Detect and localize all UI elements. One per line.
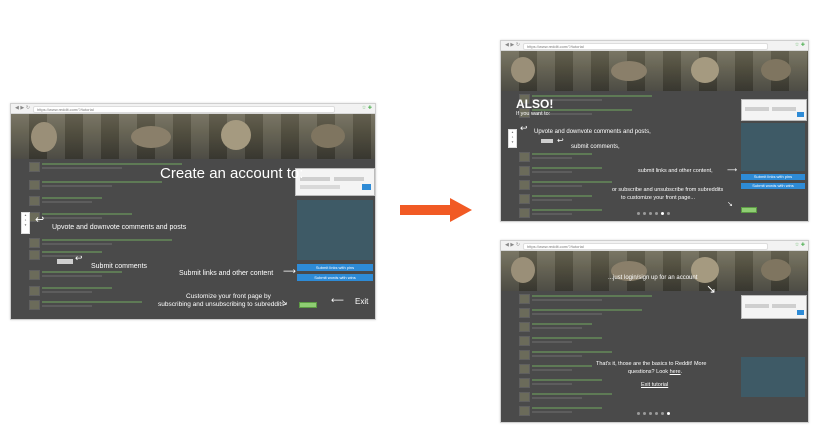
also-subtitle: If you want to: (516, 111, 551, 117)
arrow-icon: ⟶ (727, 166, 738, 174)
submit-link-button[interactable]: Submit links with pins (741, 174, 805, 180)
page-dot[interactable] (643, 212, 646, 215)
address-bar[interactable]: https://www.reddit.com/?/tutorial (523, 243, 768, 250)
browser-toolbar: ◀ ▶ ↻ https://www.reddit.com/?/tutorial … (501, 41, 808, 51)
page-dot[interactable] (643, 412, 646, 415)
subscribe-text-line1: or subscribe and unsubscribe from subred… (612, 187, 724, 193)
subscribe-button[interactable] (299, 302, 317, 308)
submit-comments-text: Submit comments (91, 263, 148, 270)
login-signup-text: ...just login/sign up for an account (608, 275, 698, 281)
basics-text-end: . (680, 369, 683, 375)
subreddit-banner (501, 251, 808, 291)
login-box[interactable] (741, 295, 807, 319)
submit-links-text: Submit links and other content (179, 270, 274, 277)
login-button[interactable] (797, 112, 804, 117)
subreddit-banner (501, 51, 808, 91)
comment-box (57, 259, 73, 264)
address-bar[interactable]: https://www.reddit.com/?/tutorial (523, 43, 768, 50)
login-button[interactable] (362, 184, 371, 190)
browser-toolbar: ◀ ▶ ↻ https://www.reddit.com/?/tutorial … (11, 104, 375, 114)
subscribe-button[interactable] (741, 207, 757, 213)
login-box[interactable] (295, 168, 375, 196)
page-dot[interactable] (655, 212, 658, 215)
customize-text-line2: subscribing and unsubscribing to subredd… (158, 301, 285, 308)
curved-arrow-icon: ↩ (520, 124, 528, 134)
curved-arrow-icon: ↘ (706, 282, 717, 296)
extension-icon[interactable]: ☆ ✚ (362, 106, 372, 111)
page-dot[interactable] (655, 412, 658, 415)
curved-arrow-icon: ↩ (35, 213, 45, 226)
exit-tutorial-link[interactable]: Exit tutorial (641, 382, 668, 388)
arrow-icon: ↘ (281, 298, 288, 307)
extension-icon[interactable]: ☆ ✚ (795, 43, 805, 48)
subreddit-banner (11, 114, 375, 159)
page-dot[interactable] (637, 212, 640, 215)
address-bar[interactable]: https://www.reddit.com/?/tutorial (33, 106, 335, 113)
tutorial-pagination[interactable] (637, 212, 670, 215)
basics-text-line1: That's it, those are the basics to Reddi… (596, 361, 707, 367)
back-forward-icons[interactable]: ◀ ▶ ↻ (505, 43, 520, 48)
also-title: ALSO! (516, 97, 554, 111)
page-dot[interactable] (667, 212, 670, 215)
curved-arrow-icon: ↩ (557, 136, 564, 145)
page-dot[interactable] (649, 212, 652, 215)
page-dot[interactable] (649, 412, 652, 415)
sidebar-panel (297, 200, 373, 260)
basics-text-line2: questions? Look here. (628, 369, 682, 375)
browser-toolbar: ◀ ▶ ↻ https://www.reddit.com/?/tutorial … (501, 241, 808, 251)
sidebar-panel (741, 357, 805, 397)
screenshot-finish: ◀ ▶ ↻ https://www.reddit.com/?/tutorial … (500, 240, 809, 423)
submit-comments-text: submit comments, (571, 144, 620, 150)
submit-links-text: submit links and other content, (638, 168, 713, 174)
comment-box (541, 139, 553, 143)
upvote-text: Upvote and downvote comments and posts, (534, 129, 651, 135)
arrow-icon: ↘ (727, 200, 733, 208)
page-dot-active[interactable] (661, 212, 664, 215)
upvote-text: Upvote and downvote comments and posts (52, 224, 187, 231)
extension-icon[interactable]: ☆ ✚ (795, 243, 805, 248)
page-dot[interactable] (661, 412, 664, 415)
screenshot-also: ◀ ▶ ↻ https://www.reddit.com/?/tutorial … (500, 40, 809, 222)
arrow-icon: ⟶ (283, 267, 296, 277)
back-forward-icons[interactable]: ◀ ▶ ↻ (15, 106, 30, 111)
screenshot-create-account: ◀ ▶ ↻ https://www.reddit.com/?/tutorial … (10, 103, 376, 320)
arrow-icon: ⟵ (331, 296, 344, 306)
login-box[interactable] (741, 99, 807, 121)
curved-arrow-icon: ↩ (75, 254, 83, 264)
submit-text-button[interactable]: Submit words with wins (297, 274, 373, 281)
submit-link-button[interactable]: Submit links with pins (297, 264, 373, 271)
tutorial-pagination[interactable] (637, 412, 670, 415)
exit-link[interactable]: Exit (355, 297, 368, 306)
help-link[interactable]: here (670, 369, 681, 375)
page-dot-active[interactable] (667, 412, 670, 415)
subscribe-text-line2: to customize your front page... (621, 195, 695, 201)
customize-text-line1: Customize your front page by (186, 293, 271, 300)
submit-text-button[interactable]: Submit words with wins (741, 183, 805, 189)
create-account-title: Create an account to: (160, 165, 304, 182)
big-right-arrow-icon (400, 198, 472, 222)
login-button[interactable] (797, 310, 804, 315)
back-forward-icons[interactable]: ◀ ▶ ↻ (505, 243, 520, 248)
sidebar-panel (741, 123, 805, 171)
vote-widget[interactable]: ▲ 1 ▼ (21, 212, 30, 234)
vote-widget[interactable]: ▲ 1 ▼ (508, 129, 517, 148)
basics-text: questions? Look (628, 369, 669, 375)
page-dot[interactable] (637, 412, 640, 415)
